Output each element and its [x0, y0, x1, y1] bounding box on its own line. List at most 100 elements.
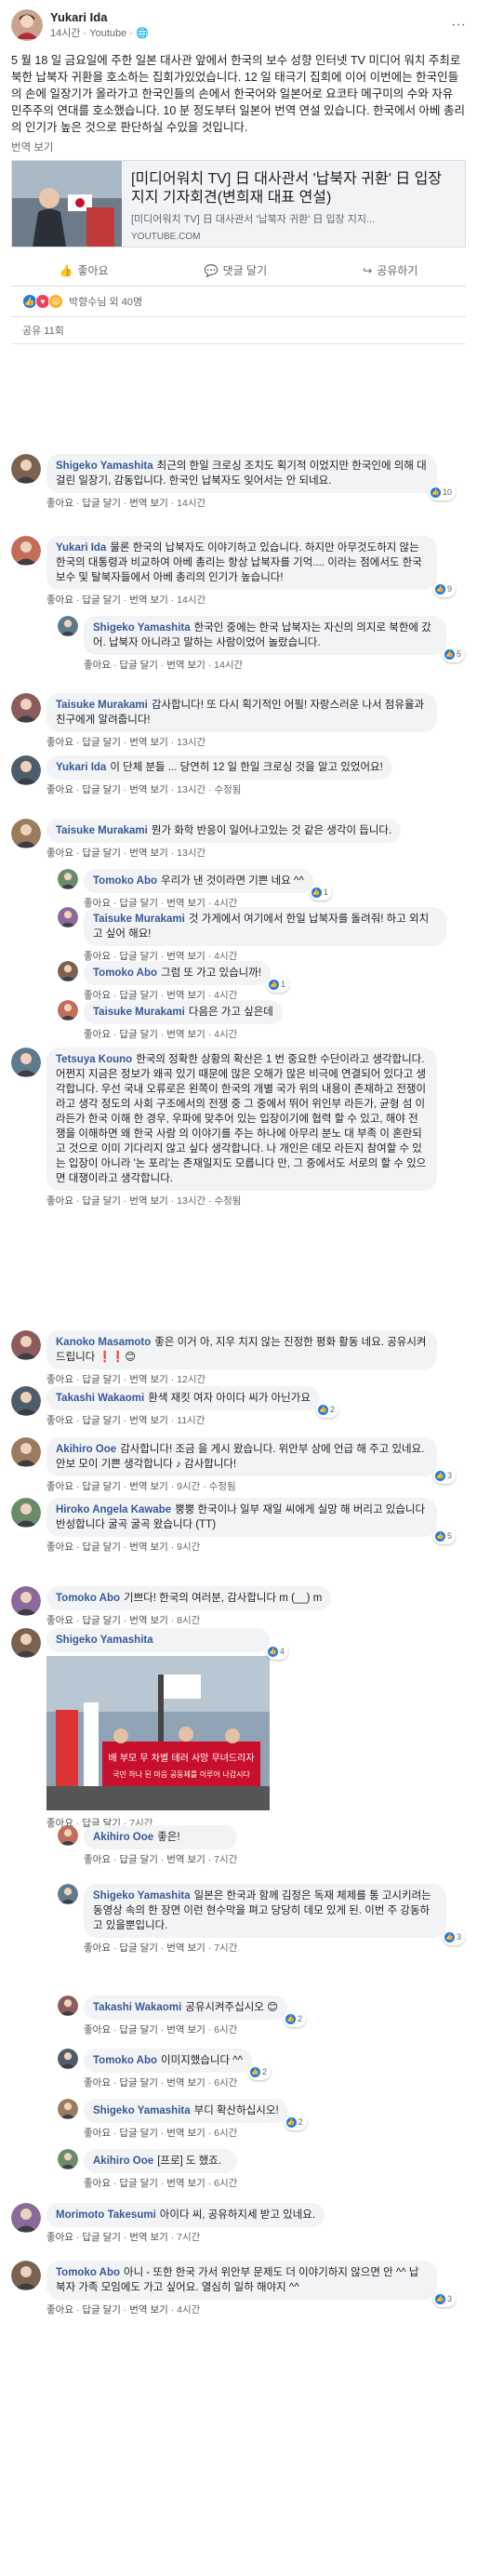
comment-reply-link[interactable]: 답글 달기	[119, 2128, 158, 2139]
commenter-avatar[interactable]	[58, 2149, 78, 2169]
commenter-avatar[interactable]	[58, 1000, 78, 1021]
comment-reply-link[interactable]: 답글 달기	[82, 1374, 121, 1385]
comment-reply-link[interactable]: 답글 달기	[82, 1481, 121, 1492]
comment-like-link[interactable]: 좋아요	[84, 2077, 111, 2089]
commenter-name[interactable]: Shigeko Yamashita	[93, 1890, 191, 1902]
comment-like-link[interactable]: 좋아요	[84, 2128, 111, 2139]
commenter-name[interactable]: Morimoto Takesumi	[56, 2209, 156, 2221]
comment-like-link[interactable]: 좋아요	[46, 1615, 73, 1626]
comment-timestamp[interactable]: 6시간	[214, 2024, 237, 2035]
comment-reply-link[interactable]: 답글 달기	[119, 660, 158, 671]
comment-timestamp[interactable]: 7시간	[177, 2232, 200, 2243]
comment-timestamp[interactable]: 13시간	[177, 1195, 205, 1207]
commenter-name[interactable]: Tomoko Abo	[56, 1593, 120, 1604]
like-button[interactable]: 👍 좋아요	[60, 262, 109, 278]
link-preview-card[interactable]: [미디어워치 TV] 日 대사관서 '납북자 귀환' 日 입장 지지 기자회견(…	[11, 160, 466, 247]
comment-like-link[interactable]: 좋아요	[46, 848, 73, 859]
commenter-avatar[interactable]	[11, 755, 41, 785]
comment-translate-link[interactable]: 번역 보기	[129, 1481, 168, 1492]
commenter-avatar[interactable]	[11, 1330, 41, 1360]
commenter-name[interactable]: Yukari Ida	[56, 762, 106, 773]
commenter-name[interactable]: Tomoko Abo	[93, 875, 157, 887]
comment-like-link[interactable]: 좋아요	[46, 1542, 73, 1553]
comment-reply-link[interactable]: 답글 달기	[82, 594, 121, 606]
reaction-badge[interactable]: 👍 2	[284, 2010, 307, 2027]
commenter-name[interactable]: Taisuke Murakami	[56, 825, 148, 836]
comment-timestamp[interactable]: 13시간	[177, 784, 205, 795]
comment-translate-link[interactable]: 번역 보기	[129, 737, 168, 748]
commenter-name[interactable]: Takashi Wakaomi	[93, 2002, 181, 2013]
comment-reply-link[interactable]: 답글 달기	[82, 2232, 121, 2243]
comment-timestamp[interactable]: 13시간	[177, 737, 205, 748]
comment-reply-link[interactable]: 답글 달기	[82, 784, 121, 795]
comment-reply-link[interactable]: 답글 달기	[119, 2077, 158, 2089]
commenter-avatar[interactable]	[11, 1498, 41, 1528]
video-thumbnail[interactable]	[12, 161, 122, 247]
commenter-name[interactable]: Shigeko Yamashita	[93, 2105, 191, 2116]
commenter-avatar[interactable]	[58, 1995, 78, 2016]
comment-timestamp[interactable]: 12시간	[177, 1374, 205, 1385]
reaction-badge[interactable]: 👍 1	[309, 884, 332, 901]
commenter-avatar[interactable]	[58, 2049, 78, 2069]
comment-translate-link[interactable]: 번역 보기	[129, 498, 168, 509]
commenter-avatar[interactable]	[58, 907, 78, 928]
comment-timestamp[interactable]: 4시간	[177, 2304, 200, 2316]
commenter-avatar[interactable]	[58, 961, 78, 981]
comment-translate-link[interactable]: 번역 보기	[129, 1374, 168, 1385]
commenter-avatar[interactable]	[58, 1884, 78, 1904]
comment-like-link[interactable]: 좋아요	[84, 1942, 111, 1954]
comment-translate-link[interactable]: 번역 보기	[129, 2304, 168, 2316]
comment-reply-link[interactable]: 답글 달기	[82, 1415, 121, 1426]
author-avatar[interactable]	[11, 9, 43, 41]
post-author-name[interactable]: Yukari Ida	[50, 10, 149, 24]
comment-like-link[interactable]: 좋아요	[84, 660, 111, 671]
comment-like-link[interactable]: 좋아요	[46, 594, 73, 606]
comment-reply-link[interactable]: 답글 달기	[82, 2304, 121, 2316]
commenter-name[interactable]: Tetsuya Kouno	[56, 1054, 132, 1065]
reaction-badge[interactable]: 👍 2	[248, 2063, 272, 2080]
commenter-name[interactable]: Taisuke Murakami	[56, 700, 148, 711]
edited-label[interactable]: 수정됨	[214, 784, 241, 795]
comment-translate-link[interactable]: 번역 보기	[166, 2178, 205, 2189]
commenter-avatar[interactable]	[11, 1437, 41, 1467]
commenter-avatar[interactable]	[11, 1048, 41, 1077]
edited-label[interactable]: 수정됨	[209, 1481, 236, 1492]
comment-reply-link[interactable]: 답글 달기	[119, 2024, 158, 2035]
commenter-name[interactable]: Shigeko Yamashita	[56, 1635, 153, 1646]
comment-translate-link[interactable]: 번역 보기	[166, 660, 205, 671]
commenter-avatar[interactable]	[11, 1628, 41, 1658]
commenter-name[interactable]: Akihiro Ooe	[56, 1444, 116, 1455]
share-button[interactable]: ↪ 공유하기	[363, 262, 417, 278]
reaction-summary[interactable]: 👍 ♥ 😮 박향수님 외 40명	[11, 287, 466, 317]
comment-like-link[interactable]: 좋아요	[46, 1195, 73, 1207]
comment-timestamp[interactable]: 4시간	[214, 1029, 237, 1040]
share-count[interactable]: 공유 11회	[11, 317, 466, 344]
commenter-name[interactable]: Tomoko Abo	[93, 968, 157, 979]
comment-timestamp[interactable]: 14시간	[214, 660, 243, 671]
comment-like-link[interactable]: 좋아요	[84, 1854, 111, 1865]
more-options-icon[interactable]: ···	[451, 17, 466, 33]
comment-like-link[interactable]: 좋아요	[46, 1415, 73, 1426]
comment-reply-link[interactable]: 답글 달기	[82, 1195, 121, 1207]
comment-translate-link[interactable]: 번역 보기	[166, 1029, 205, 1040]
commenter-name[interactable]: Yukari Ida	[56, 542, 106, 554]
commenter-avatar[interactable]	[11, 819, 41, 848]
comment-timestamp[interactable]: 7시간	[214, 1942, 237, 1954]
reaction-badge[interactable]: 👍 5	[432, 1528, 456, 1544]
comment-translate-link[interactable]: 번역 보기	[129, 848, 168, 859]
comment-like-link[interactable]: 좋아요	[84, 1029, 111, 1040]
comment-translate-link[interactable]: 번역 보기	[129, 1615, 168, 1626]
commenter-avatar[interactable]	[11, 693, 41, 723]
reaction-badge[interactable]: 👍 10	[428, 484, 456, 501]
comment-like-link[interactable]: 좋아요	[46, 737, 73, 748]
comment-translate-link[interactable]: 번역 보기	[129, 1542, 168, 1553]
commenter-name[interactable]: Tomoko Abo	[56, 2267, 120, 2278]
comment-timestamp[interactable]: 6시간	[214, 2178, 237, 2189]
commenter-avatar[interactable]	[11, 1386, 41, 1416]
comment-like-link[interactable]: 좋아요	[84, 2024, 111, 2035]
comment-like-link[interactable]: 좋아요	[46, 498, 73, 509]
reaction-badge[interactable]: 👍 1	[266, 976, 289, 993]
comment-like-link[interactable]: 좋아요	[46, 784, 73, 795]
comment-reply-link[interactable]: 답글 달기	[82, 848, 121, 859]
reaction-badge[interactable]: 👍 2	[284, 2114, 307, 2130]
